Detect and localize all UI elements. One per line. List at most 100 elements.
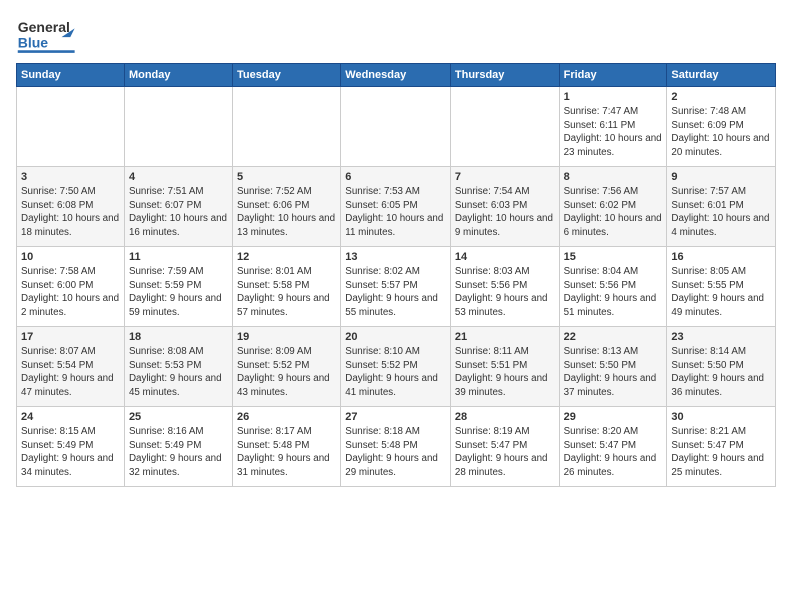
calendar-cell: 15Sunrise: 8:04 AM Sunset: 5:56 PM Dayli…	[559, 247, 667, 327]
day-info: Sunrise: 8:03 AM Sunset: 5:56 PM Dayligh…	[455, 265, 555, 320]
day-number: 11	[129, 250, 228, 265]
day-number: 24	[21, 410, 120, 425]
calendar-week-3: 10Sunrise: 7:58 AM Sunset: 6:00 PM Dayli…	[17, 247, 776, 327]
day-info: Sunrise: 8:13 AM Sunset: 5:50 PM Dayligh…	[564, 345, 663, 400]
day-number: 17	[21, 330, 120, 345]
calendar-header: SundayMondayTuesdayWednesdayThursdayFrid…	[17, 64, 776, 87]
day-number: 5	[237, 170, 336, 185]
weekday-header-wednesday: Wednesday	[341, 64, 451, 87]
day-number: 6	[345, 170, 446, 185]
day-info: Sunrise: 7:47 AM Sunset: 6:11 PM Dayligh…	[564, 105, 663, 160]
day-number: 12	[237, 250, 336, 265]
calendar-cell: 28Sunrise: 8:19 AM Sunset: 5:47 PM Dayli…	[450, 407, 559, 487]
calendar-cell: 24Sunrise: 8:15 AM Sunset: 5:49 PM Dayli…	[17, 407, 125, 487]
calendar-cell: 7Sunrise: 7:54 AM Sunset: 6:03 PM Daylig…	[450, 167, 559, 247]
day-number: 9	[671, 170, 771, 185]
day-number: 29	[564, 410, 663, 425]
day-info: Sunrise: 7:58 AM Sunset: 6:00 PM Dayligh…	[21, 265, 120, 320]
day-info: Sunrise: 7:53 AM Sunset: 6:05 PM Dayligh…	[345, 185, 446, 240]
calendar-week-4: 17Sunrise: 8:07 AM Sunset: 5:54 PM Dayli…	[17, 327, 776, 407]
day-number: 26	[237, 410, 336, 425]
calendar-cell	[341, 87, 451, 167]
calendar-cell: 27Sunrise: 8:18 AM Sunset: 5:48 PM Dayli…	[341, 407, 451, 487]
day-number: 13	[345, 250, 446, 265]
day-info: Sunrise: 8:07 AM Sunset: 5:54 PM Dayligh…	[21, 345, 120, 400]
calendar-cell: 6Sunrise: 7:53 AM Sunset: 6:05 PM Daylig…	[341, 167, 451, 247]
calendar-page: General Blue SundayMondayTuesdayWednesda…	[0, 0, 792, 497]
calendar-cell: 20Sunrise: 8:10 AM Sunset: 5:52 PM Dayli…	[341, 327, 451, 407]
day-number: 18	[129, 330, 228, 345]
calendar-cell: 25Sunrise: 8:16 AM Sunset: 5:49 PM Dayli…	[124, 407, 232, 487]
calendar-week-5: 24Sunrise: 8:15 AM Sunset: 5:49 PM Dayli…	[17, 407, 776, 487]
svg-text:Blue: Blue	[18, 35, 49, 51]
day-info: Sunrise: 7:50 AM Sunset: 6:08 PM Dayligh…	[21, 185, 120, 240]
day-info: Sunrise: 8:01 AM Sunset: 5:58 PM Dayligh…	[237, 265, 336, 320]
svg-text:General: General	[18, 19, 70, 35]
calendar-cell	[450, 87, 559, 167]
weekday-header-friday: Friday	[559, 64, 667, 87]
calendar-cell: 14Sunrise: 8:03 AM Sunset: 5:56 PM Dayli…	[450, 247, 559, 327]
calendar-cell	[233, 87, 341, 167]
calendar-cell: 16Sunrise: 8:05 AM Sunset: 5:55 PM Dayli…	[667, 247, 776, 327]
calendar-cell: 18Sunrise: 8:08 AM Sunset: 5:53 PM Dayli…	[124, 327, 232, 407]
day-info: Sunrise: 7:54 AM Sunset: 6:03 PM Dayligh…	[455, 185, 555, 240]
day-number: 23	[671, 330, 771, 345]
calendar-cell: 8Sunrise: 7:56 AM Sunset: 6:02 PM Daylig…	[559, 167, 667, 247]
calendar-week-2: 3Sunrise: 7:50 AM Sunset: 6:08 PM Daylig…	[17, 167, 776, 247]
day-info: Sunrise: 8:09 AM Sunset: 5:52 PM Dayligh…	[237, 345, 336, 400]
calendar-cell: 29Sunrise: 8:20 AM Sunset: 5:47 PM Dayli…	[559, 407, 667, 487]
calendar-cell: 4Sunrise: 7:51 AM Sunset: 6:07 PM Daylig…	[124, 167, 232, 247]
day-info: Sunrise: 8:21 AM Sunset: 5:47 PM Dayligh…	[671, 425, 771, 480]
day-info: Sunrise: 8:16 AM Sunset: 5:49 PM Dayligh…	[129, 425, 228, 480]
day-info: Sunrise: 8:05 AM Sunset: 5:55 PM Dayligh…	[671, 265, 771, 320]
calendar-table: SundayMondayTuesdayWednesdayThursdayFrid…	[16, 63, 776, 487]
logo: General Blue	[16, 12, 86, 57]
day-number: 3	[21, 170, 120, 185]
weekday-header-tuesday: Tuesday	[233, 64, 341, 87]
calendar-cell: 2Sunrise: 7:48 AM Sunset: 6:09 PM Daylig…	[667, 87, 776, 167]
day-number: 15	[564, 250, 663, 265]
day-number: 8	[564, 170, 663, 185]
weekday-header-row: SundayMondayTuesdayWednesdayThursdayFrid…	[17, 64, 776, 87]
calendar-cell: 26Sunrise: 8:17 AM Sunset: 5:48 PM Dayli…	[233, 407, 341, 487]
day-info: Sunrise: 8:19 AM Sunset: 5:47 PM Dayligh…	[455, 425, 555, 480]
day-number: 20	[345, 330, 446, 345]
calendar-week-1: 1Sunrise: 7:47 AM Sunset: 6:11 PM Daylig…	[17, 87, 776, 167]
weekday-header-saturday: Saturday	[667, 64, 776, 87]
day-number: 28	[455, 410, 555, 425]
day-info: Sunrise: 8:15 AM Sunset: 5:49 PM Dayligh…	[21, 425, 120, 480]
day-info: Sunrise: 7:59 AM Sunset: 5:59 PM Dayligh…	[129, 265, 228, 320]
day-info: Sunrise: 8:20 AM Sunset: 5:47 PM Dayligh…	[564, 425, 663, 480]
day-info: Sunrise: 8:04 AM Sunset: 5:56 PM Dayligh…	[564, 265, 663, 320]
calendar-cell: 3Sunrise: 7:50 AM Sunset: 6:08 PM Daylig…	[17, 167, 125, 247]
calendar-cell: 21Sunrise: 8:11 AM Sunset: 5:51 PM Dayli…	[450, 327, 559, 407]
day-number: 25	[129, 410, 228, 425]
day-number: 4	[129, 170, 228, 185]
day-info: Sunrise: 7:56 AM Sunset: 6:02 PM Dayligh…	[564, 185, 663, 240]
day-number: 2	[671, 90, 771, 105]
day-info: Sunrise: 8:11 AM Sunset: 5:51 PM Dayligh…	[455, 345, 555, 400]
day-number: 19	[237, 330, 336, 345]
weekday-header-sunday: Sunday	[17, 64, 125, 87]
calendar-cell: 12Sunrise: 8:01 AM Sunset: 5:58 PM Dayli…	[233, 247, 341, 327]
calendar-cell	[124, 87, 232, 167]
header: General Blue	[16, 12, 776, 57]
logo-svg: General Blue	[16, 12, 86, 57]
calendar-cell: 5Sunrise: 7:52 AM Sunset: 6:06 PM Daylig…	[233, 167, 341, 247]
calendar-cell: 11Sunrise: 7:59 AM Sunset: 5:59 PM Dayli…	[124, 247, 232, 327]
day-info: Sunrise: 8:02 AM Sunset: 5:57 PM Dayligh…	[345, 265, 446, 320]
day-number: 7	[455, 170, 555, 185]
day-info: Sunrise: 7:48 AM Sunset: 6:09 PM Dayligh…	[671, 105, 771, 160]
day-number: 27	[345, 410, 446, 425]
day-info: Sunrise: 8:14 AM Sunset: 5:50 PM Dayligh…	[671, 345, 771, 400]
day-info: Sunrise: 7:52 AM Sunset: 6:06 PM Dayligh…	[237, 185, 336, 240]
day-number: 1	[564, 90, 663, 105]
day-info: Sunrise: 7:51 AM Sunset: 6:07 PM Dayligh…	[129, 185, 228, 240]
day-number: 22	[564, 330, 663, 345]
day-number: 14	[455, 250, 555, 265]
day-number: 10	[21, 250, 120, 265]
calendar-cell: 23Sunrise: 8:14 AM Sunset: 5:50 PM Dayli…	[667, 327, 776, 407]
day-info: Sunrise: 7:57 AM Sunset: 6:01 PM Dayligh…	[671, 185, 771, 240]
calendar-body: 1Sunrise: 7:47 AM Sunset: 6:11 PM Daylig…	[17, 87, 776, 487]
calendar-cell: 13Sunrise: 8:02 AM Sunset: 5:57 PM Dayli…	[341, 247, 451, 327]
